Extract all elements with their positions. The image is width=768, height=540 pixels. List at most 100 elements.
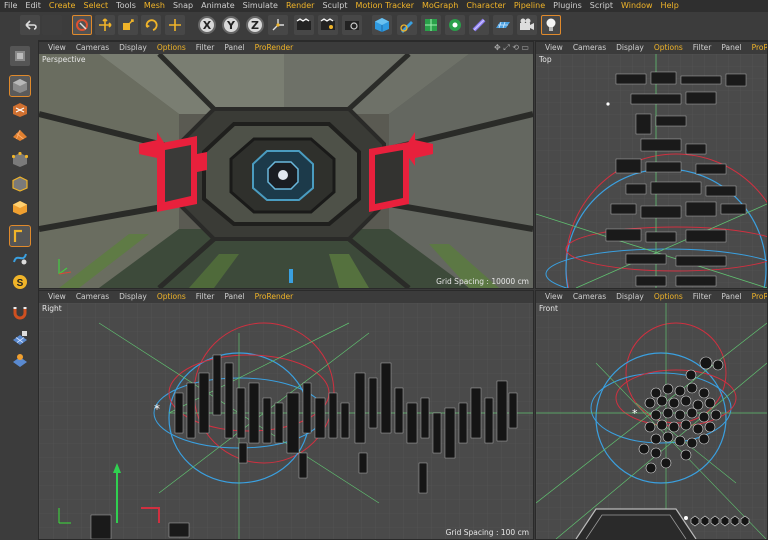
menu-script[interactable]: Script <box>586 0 617 12</box>
perspective-viewport-menu: View Cameras Display Options Filter Pane… <box>39 42 533 54</box>
cube-icon[interactable] <box>372 15 392 35</box>
array-icon[interactable] <box>445 15 465 35</box>
menu-create[interactable]: Create <box>45 0 80 12</box>
model-mode-icon[interactable] <box>9 75 31 97</box>
viewport-menu-prorender[interactable]: ProRender <box>250 291 299 303</box>
make-editable-icon[interactable] <box>10 46 30 66</box>
menu-window[interactable]: Window <box>617 0 657 12</box>
z-axis-lock-button[interactable]: Z <box>246 16 264 34</box>
coordinate-system-icon[interactable] <box>268 15 288 35</box>
menu-help[interactable]: Help <box>657 0 683 12</box>
top-viewport-menu: View Cameras Display Options Filter Pane… <box>536 42 767 54</box>
viewport-menu-view[interactable]: View <box>540 291 568 303</box>
menu-sculpt[interactable]: Sculpt <box>318 0 351 12</box>
deformer-icon[interactable] <box>469 15 489 35</box>
live-selection-icon[interactable] <box>72 15 92 35</box>
viewport-menu-view[interactable]: View <box>540 42 568 54</box>
enable-axis-icon[interactable] <box>9 225 31 247</box>
menu-simulate[interactable]: Simulate <box>239 0 282 12</box>
viewport-menu-display[interactable]: Display <box>114 291 152 303</box>
right-viewport-menu: View Cameras Display Options Filter Pane… <box>39 291 533 303</box>
menu-render[interactable]: Render <box>282 0 318 12</box>
x-axis-lock-button[interactable]: X <box>198 16 216 34</box>
viewport-navigation-icons[interactable]: ✥ ⤢ ⟲ ▭ <box>494 43 529 53</box>
perspective-render-scene <box>39 54 533 288</box>
viewport-title: Top <box>539 55 552 64</box>
menu-character[interactable]: Character <box>462 0 510 12</box>
floor-icon[interactable] <box>493 15 513 35</box>
viewport-menu-cameras[interactable]: Cameras <box>71 42 114 54</box>
grid-spacing-label: Grid Spacing : 100 cm <box>445 528 529 537</box>
tweak-mode-icon[interactable] <box>10 248 30 268</box>
planar-workplane-icon[interactable] <box>10 350 30 370</box>
move-icon[interactable] <box>165 15 185 35</box>
edit-render-settings-icon[interactable] <box>342 15 362 35</box>
viewport-menu-view[interactable]: View <box>43 42 71 54</box>
workplane-icon[interactable] <box>10 124 30 144</box>
render-view-icon[interactable] <box>294 15 314 35</box>
viewport-menu-prorender[interactable]: ProRender <box>747 291 767 303</box>
viewport-menu-panel[interactable]: Panel <box>219 291 249 303</box>
front-viewport[interactable]: View Cameras Display Options Filter Pane… <box>535 290 768 540</box>
top-view-wireframe <box>536 54 767 288</box>
viewport-menu-cameras[interactable]: Cameras <box>568 42 611 54</box>
menu-snap[interactable]: Snap <box>169 0 197 12</box>
y-axis-lock-button[interactable]: Y <box>222 16 240 34</box>
snap-icon[interactable]: S <box>10 272 30 292</box>
menu-mesh[interactable]: Mesh <box>140 0 169 12</box>
left-tool-palette: S <box>0 40 39 540</box>
viewport-menu-options[interactable]: Options <box>649 42 688 54</box>
menu-plugins[interactable]: Plugins <box>549 0 586 12</box>
grid-spacing-label: Grid Spacing : 10000 cm <box>436 277 529 286</box>
viewport-menu-panel[interactable]: Panel <box>716 291 746 303</box>
top-viewport[interactable]: View Cameras Display Options Filter Pane… <box>535 41 768 289</box>
move-icon[interactable] <box>95 15 115 35</box>
menu-mograph[interactable]: MoGraph <box>418 0 462 12</box>
menu-tools[interactable]: Tools <box>112 0 140 12</box>
polygons-mode-icon[interactable] <box>10 198 30 218</box>
texture-mode-icon[interactable] <box>10 100 30 120</box>
viewport-menu-view[interactable]: View <box>43 291 71 303</box>
viewport-menu-display[interactable]: Display <box>611 42 649 54</box>
right-viewport[interactable]: View Cameras Display Options Filter Pane… <box>38 290 534 540</box>
front-view-wireframe: * <box>536 303 767 539</box>
magnet-icon[interactable] <box>10 302 30 322</box>
subdivision-icon[interactable] <box>421 15 441 35</box>
points-mode-icon[interactable] <box>10 150 30 170</box>
light-icon[interactable] <box>541 15 561 35</box>
perspective-viewport[interactable]: View Cameras Display Options Filter Pane… <box>38 41 534 289</box>
menu-select[interactable]: Select <box>79 0 112 12</box>
viewport-menu-panel[interactable]: Panel <box>716 42 746 54</box>
viewport-menu-display[interactable]: Display <box>114 42 152 54</box>
menu-pipeline[interactable]: Pipeline <box>510 0 549 12</box>
edges-mode-icon[interactable] <box>10 174 30 194</box>
menu-motion-tracker[interactable]: Motion Tracker <box>351 0 418 12</box>
viewport-menu-cameras[interactable]: Cameras <box>568 291 611 303</box>
viewport-menu-panel[interactable]: Panel <box>219 42 249 54</box>
menu-edit[interactable]: Edit <box>21 0 45 12</box>
redo-icon[interactable] <box>42 15 62 35</box>
lock-workplane-icon[interactable] <box>10 328 30 348</box>
viewport-menu-filter[interactable]: Filter <box>688 42 717 54</box>
viewport-menu-options[interactable]: Options <box>152 42 191 54</box>
main-toolbar: X Y Z <box>0 12 768 41</box>
render-to-picture-viewer-icon[interactable] <box>318 15 338 35</box>
undo-icon[interactable] <box>20 15 40 35</box>
menu-file[interactable]: File <box>0 0 21 12</box>
scale-icon[interactable] <box>118 15 138 35</box>
viewport-menu-prorender[interactable]: ProRender <box>747 42 767 54</box>
viewport-menu-filter[interactable]: Filter <box>191 291 220 303</box>
viewport-menu-cameras[interactable]: Cameras <box>71 291 114 303</box>
front-viewport-menu: View Cameras Display Options Filter Pane… <box>536 291 767 303</box>
rotate-icon[interactable] <box>141 15 161 35</box>
viewport-menu-options[interactable]: Options <box>152 291 191 303</box>
viewport-title: Front <box>539 304 558 313</box>
camera-icon[interactable] <box>517 15 537 35</box>
viewport-menu-prorender[interactable]: ProRender <box>250 42 299 54</box>
viewport-menu-options[interactable]: Options <box>649 291 688 303</box>
pen-icon[interactable] <box>397 15 417 35</box>
viewport-menu-display[interactable]: Display <box>611 291 649 303</box>
menu-animate[interactable]: Animate <box>197 0 239 12</box>
viewport-menu-filter[interactable]: Filter <box>688 291 717 303</box>
viewport-menu-filter[interactable]: Filter <box>191 42 220 54</box>
